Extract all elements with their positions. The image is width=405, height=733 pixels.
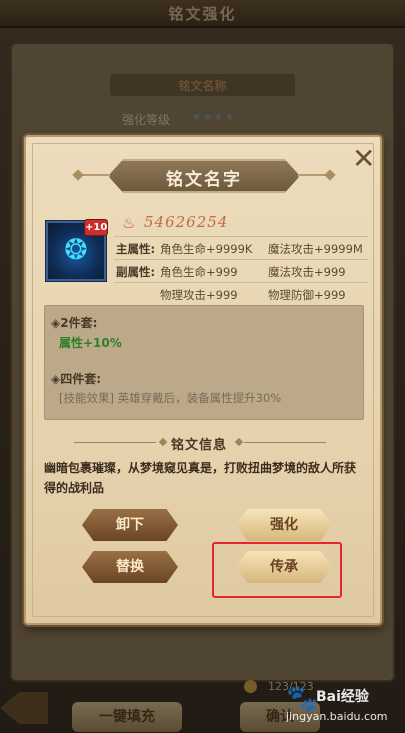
close-icon: ✕ [352,142,376,175]
info-section-title: 铭文信息 [170,438,227,453]
two-piece-label: ◈2件套: [51,316,98,330]
set-bonus-panel: ◈2件套: 属性+10% ◈四件套: [技能效果] 英雄穿戴后，装备属性提升30… [44,305,364,420]
power-value: 54626254 [144,213,229,231]
divider [114,282,368,283]
replace-button[interactable]: 替换 [82,551,178,583]
inscription-emblem-icon: ❂ [64,233,88,266]
info-divider-right [244,442,326,443]
power-flame-icon: ♨ [122,214,136,232]
sub-attribute-label: 副属性: [116,265,156,279]
divider [114,236,368,237]
level-badge: +10 [84,219,108,236]
sub-attribute-row: 副属性: 角色生命+999 魔法攻击+999 [116,264,346,280]
main-attribute-label: 主属性: [116,242,156,256]
sub-attribute-value: 物理攻击+999 [160,288,238,302]
sub-attribute-value: 魔法攻击+999 [268,265,346,279]
watermark-site: jingyan.baidu.com [286,710,388,723]
unload-button[interactable]: 卸下 [82,509,178,541]
inscription-detail-modal: 铭文名字 ✕ ❂ +10 ♨ 54626254 主属性: 角色生命+9999K … [24,135,382,625]
divider [114,259,368,260]
inherit-button[interactable]: 传承 [236,551,332,583]
inscription-description: 幽暗包裹璀璨，从梦境窥见真是，打败扭曲梦境的敌人所获得的战利品 [44,461,357,495]
close-button[interactable]: ✕ [352,145,380,173]
main-attribute-row: 主属性: 角色生命+9999K 魔法攻击+9999M [116,241,363,257]
watermark: 🐾 Bai经验 jingyan.baidu.com [286,684,396,726]
enhance-button[interactable]: 强化 [236,509,332,541]
four-piece-value: [技能效果] 英雄穿戴后，装备属性提升30% [59,391,282,405]
main-attribute-value: 魔法攻击+9999M [268,242,363,256]
main-attribute-value: 角色生命+9999K [160,242,253,256]
two-piece-value: 属性+10% [59,336,122,350]
sub-attribute-value: 物理防御+999 [268,288,346,302]
watermark-brand: Bai经验 [316,689,369,705]
sub-attribute-value: 角色生命+999 [160,265,238,279]
four-piece-label: ◈四件套: [51,372,102,386]
modal-title: 铭文名字 [166,170,242,190]
